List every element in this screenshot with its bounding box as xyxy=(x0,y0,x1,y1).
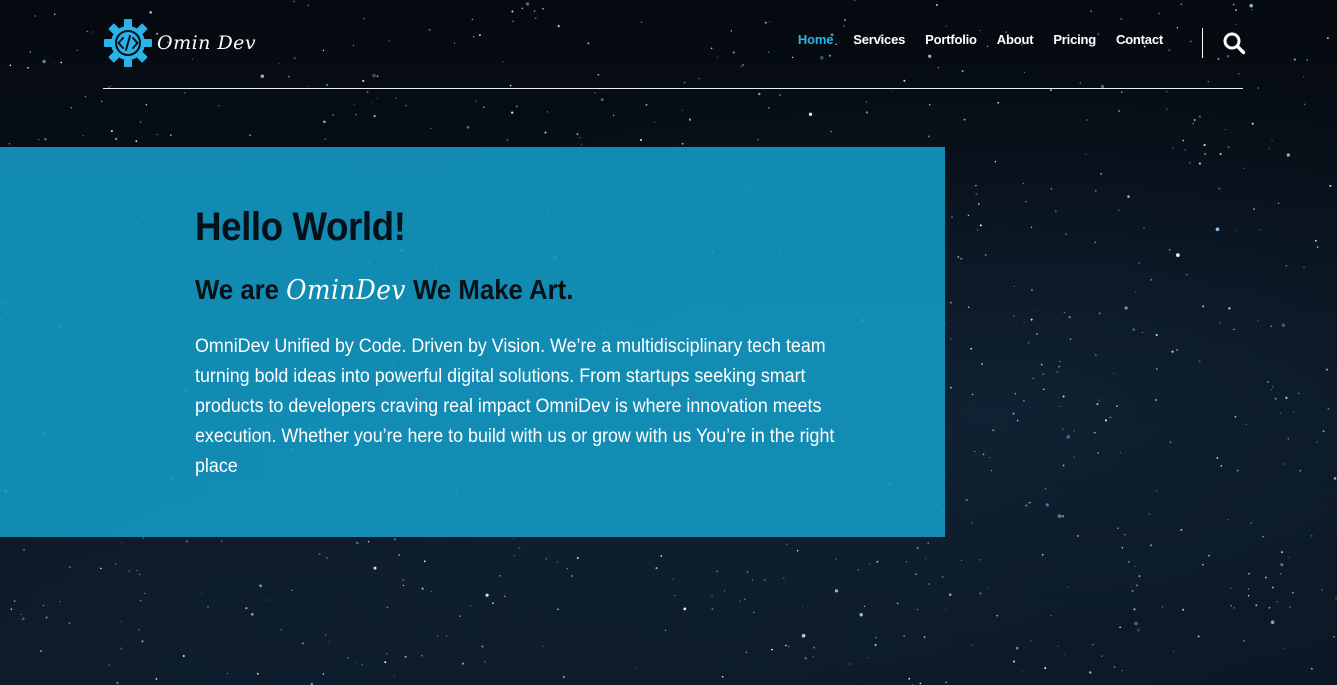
nav-home[interactable]: Home xyxy=(798,32,834,47)
search-icon xyxy=(1222,32,1246,59)
hero-subtitle-suffix: We Make Art. xyxy=(413,274,574,305)
logo-text: Omin Dev xyxy=(157,32,257,54)
hero-subtitle-brand: OminDev xyxy=(286,275,406,306)
nav-pricing[interactable]: Pricing xyxy=(1053,32,1096,47)
hero-subtitle: We are OminDev We Make Art. xyxy=(195,274,830,306)
nav-divider xyxy=(1202,28,1203,58)
site-header: Omin Dev Home Services Portfolio About P… xyxy=(103,0,1246,89)
page: Omin Dev Home Services Portfolio About P… xyxy=(0,0,1337,685)
nav-portfolio[interactable]: Portfolio xyxy=(925,32,977,47)
main-nav: Home Services Portfolio About Pricing Co… xyxy=(798,32,1163,47)
logo[interactable]: Omin Dev xyxy=(103,18,256,68)
hero-title: Hello World! xyxy=(195,205,406,249)
hero-panel: Hello World! We are OminDev We Make Art.… xyxy=(0,147,945,537)
gear-code-icon xyxy=(103,18,153,68)
hero-content: Hello World! We are OminDev We Make Art.… xyxy=(195,205,885,482)
nav-contact[interactable]: Contact xyxy=(1116,32,1163,47)
search-button[interactable] xyxy=(1222,31,1246,55)
hero-description: OmniDev Unified by Code. Driven by Visio… xyxy=(195,336,835,477)
hero-subtitle-prefix: We are xyxy=(195,274,280,305)
nav-services[interactable]: Services xyxy=(853,32,905,47)
nav-about[interactable]: About xyxy=(997,32,1034,47)
